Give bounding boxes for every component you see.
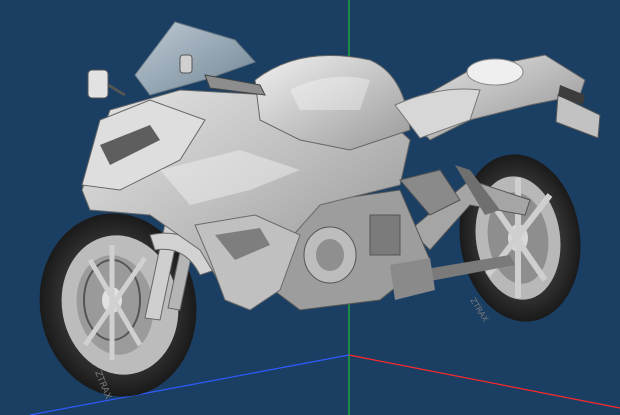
horizontal-axis [348,354,620,409]
rear-seat-cowl [466,58,524,86]
viewport-canvas[interactable]: ZTRAX ZTRAX [0,0,620,415]
left-mirror [87,69,126,99]
motorcycle-model[interactable] [25,21,601,409]
right-mirror [179,54,193,74]
3d-viewport[interactable]: ZTRAX ZTRAX [0,0,620,415]
